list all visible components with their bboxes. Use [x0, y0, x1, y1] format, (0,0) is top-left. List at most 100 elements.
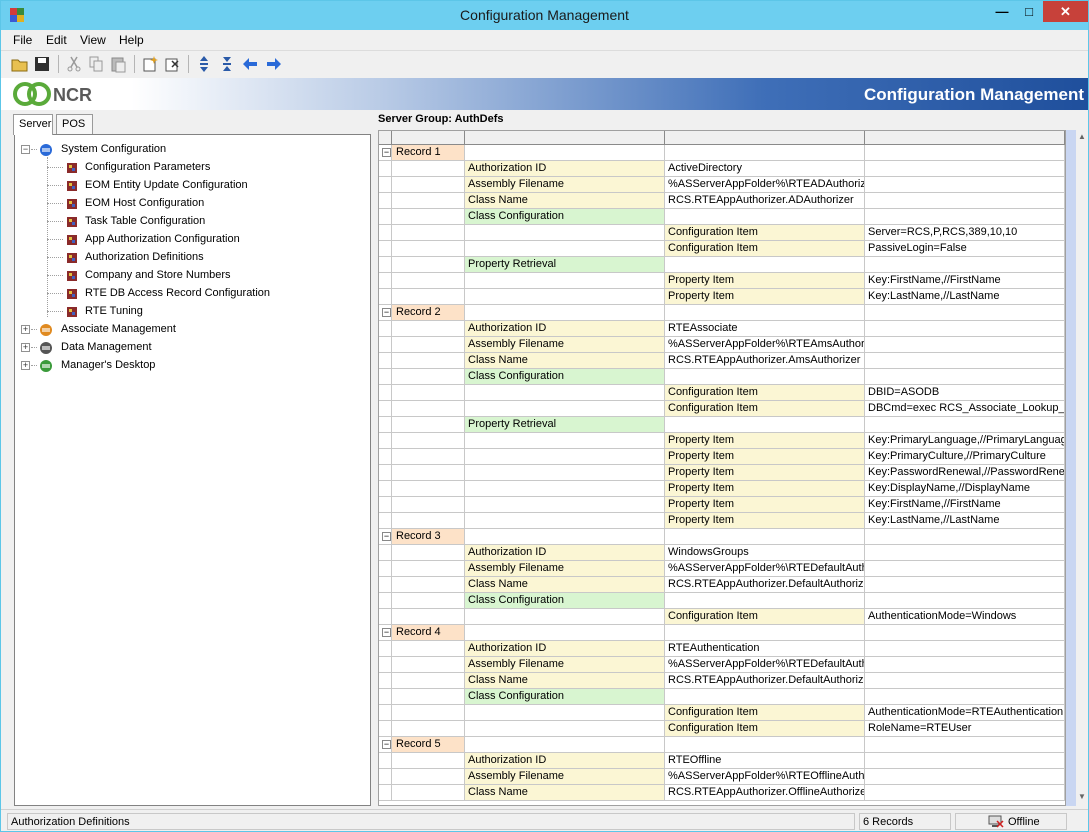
empty-cell[interactable]: [392, 689, 465, 705]
grid-vertical-scrollbar[interactable]: ▲ ▼: [1066, 130, 1088, 806]
field-name-cell[interactable]: Assembly Filename: [465, 657, 665, 673]
item-name-cell[interactable]: Configuration Item: [665, 721, 865, 737]
empty-cell[interactable]: [665, 689, 865, 705]
item-name-cell[interactable]: Configuration Item: [665, 705, 865, 721]
section-name-cell[interactable]: Class Configuration: [465, 593, 665, 609]
empty-cell[interactable]: [392, 209, 465, 225]
item-name-cell[interactable]: Configuration Item: [665, 401, 865, 417]
item-value-cell[interactable]: Key:LastName,//LastName: [865, 289, 1065, 305]
empty-cell[interactable]: [392, 385, 465, 401]
forward-arrow-icon[interactable]: [265, 55, 283, 73]
table-row[interactable]: Property Item Key:FirstName,//FirstName: [379, 273, 1065, 289]
empty-cell[interactable]: [392, 177, 465, 193]
empty-cell[interactable]: [865, 145, 1065, 161]
empty-cell[interactable]: [865, 417, 1065, 433]
field-value-cell[interactable]: %ASServerAppFolder%\RTEDefaultAuth: [665, 561, 865, 577]
empty-cell[interactable]: [465, 401, 665, 417]
table-row[interactable]: Class Configuration: [379, 369, 1065, 385]
empty-cell[interactable]: [465, 465, 665, 481]
empty-cell[interactable]: [865, 625, 1065, 641]
tree-item[interactable]: Company and Store Numbers: [15, 267, 365, 285]
table-row[interactable]: Assembly Filename %ASServerAppFolder%\RTE…: [379, 657, 1065, 673]
empty-cell[interactable]: [665, 257, 865, 273]
empty-cell[interactable]: [392, 225, 465, 241]
collapse-toggle-icon[interactable]: −: [382, 148, 391, 157]
field-value-cell[interactable]: %ASServerAppFolder%\RTEAmsAuthoriz: [665, 337, 865, 353]
item-name-cell[interactable]: Property Item: [665, 513, 865, 529]
empty-cell[interactable]: [392, 433, 465, 449]
field-name-cell[interactable]: Authorization ID: [465, 545, 665, 561]
item-value-cell[interactable]: DBCmd=exec RCS_Associate_Lookup_F: [865, 401, 1065, 417]
table-row[interactable]: Configuration Item RoleName=RTEUser: [379, 721, 1065, 737]
item-value-cell[interactable]: PassiveLogin=False: [865, 241, 1065, 257]
table-row[interactable]: Configuration Item Server=RCS,P,RCS,389,1…: [379, 225, 1065, 241]
empty-cell[interactable]: [465, 241, 665, 257]
empty-cell[interactable]: [865, 641, 1065, 657]
empty-cell[interactable]: [465, 145, 665, 161]
field-name-cell[interactable]: Authorization ID: [465, 641, 665, 657]
item-value-cell[interactable]: Key:FirstName,//FirstName: [865, 273, 1065, 289]
table-row[interactable]: Assembly Filename %ASServerAppFolder%\RTE…: [379, 177, 1065, 193]
menu-view[interactable]: View: [80, 33, 106, 47]
empty-cell[interactable]: [465, 609, 665, 625]
section-name-cell[interactable]: Property Retrieval: [465, 257, 665, 273]
table-row[interactable]: Class Name RCS.RTEAppAuthorizer.DefaultAu…: [379, 577, 1065, 593]
empty-cell[interactable]: [665, 369, 865, 385]
empty-cell[interactable]: [392, 449, 465, 465]
empty-cell[interactable]: [665, 529, 865, 545]
expand-toggle-icon[interactable]: +: [21, 343, 30, 352]
paste-icon[interactable]: [109, 55, 127, 73]
empty-cell[interactable]: [465, 529, 665, 545]
maximize-button[interactable]: □: [1014, 1, 1044, 22]
table-row[interactable]: Authorization ID RTEAssociate: [379, 321, 1065, 337]
item-value-cell[interactable]: Key:PrimaryCulture,//PrimaryCulture: [865, 449, 1065, 465]
empty-cell[interactable]: [392, 753, 465, 769]
item-value-cell[interactable]: Key:DisplayName,//DisplayName: [865, 481, 1065, 497]
empty-cell[interactable]: [392, 161, 465, 177]
record-label[interactable]: Record 3: [392, 529, 465, 545]
field-value-cell[interactable]: RTEAuthentication: [665, 641, 865, 657]
table-row[interactable]: Class Name RCS.RTEAppAuthorizer.DefaultAu…: [379, 673, 1065, 689]
empty-cell[interactable]: [465, 497, 665, 513]
empty-cell[interactable]: [392, 721, 465, 737]
empty-cell[interactable]: [665, 305, 865, 321]
item-name-cell[interactable]: Property Item: [665, 273, 865, 289]
item-value-cell[interactable]: Key:LastName,//LastName: [865, 513, 1065, 529]
empty-cell[interactable]: [392, 609, 465, 625]
table-row[interactable]: Property Item Key:PrimaryLanguage,//Prima…: [379, 433, 1065, 449]
empty-cell[interactable]: [865, 305, 1065, 321]
field-value-cell[interactable]: %ASServerAppFolder%\RTEOfflineAutho: [665, 769, 865, 785]
expand-toggle-icon[interactable]: +: [21, 325, 30, 334]
empty-cell[interactable]: [865, 321, 1065, 337]
table-row[interactable]: Class Name RCS.RTEAppAuthorizer.OfflineAu…: [379, 785, 1065, 801]
empty-cell[interactable]: [865, 737, 1065, 753]
empty-cell[interactable]: [465, 625, 665, 641]
table-row[interactable]: − Record 3: [379, 529, 1065, 545]
tree-item[interactable]: Configuration Parameters: [15, 159, 365, 177]
field-value-cell[interactable]: RCS.RTEAppAuthorizer.OfflineAuthorizer: [665, 785, 865, 801]
tab-server[interactable]: Server: [13, 114, 53, 135]
field-value-cell[interactable]: ActiveDirectory: [665, 161, 865, 177]
tree-item[interactable]: App Authorization Configuration: [15, 231, 365, 249]
table-row[interactable]: − Record 2: [379, 305, 1065, 321]
item-name-cell[interactable]: Property Item: [665, 465, 865, 481]
empty-cell[interactable]: [865, 753, 1065, 769]
tree-item[interactable]: RTE DB Access Record Configuration: [15, 285, 365, 303]
item-value-cell[interactable]: Key:PasswordRenewal,//PasswordRene: [865, 465, 1065, 481]
collapse-toggle-icon[interactable]: −: [21, 145, 30, 154]
field-value-cell[interactable]: RCS.RTEAppAuthorizer.ADAuthorizer: [665, 193, 865, 209]
empty-cell[interactable]: [392, 785, 465, 801]
empty-cell[interactable]: [392, 641, 465, 657]
table-row[interactable]: Property Retrieval: [379, 257, 1065, 273]
field-name-cell[interactable]: Authorization ID: [465, 321, 665, 337]
empty-cell[interactable]: [465, 481, 665, 497]
close-button[interactable]: ✕: [1043, 1, 1088, 22]
record-label[interactable]: Record 1: [392, 145, 465, 161]
table-row[interactable]: Configuration Item PassiveLogin=False: [379, 241, 1065, 257]
empty-cell[interactable]: [465, 225, 665, 241]
empty-cell[interactable]: [865, 785, 1065, 801]
table-row[interactable]: Property Item Key:PrimaryCulture,//Primar…: [379, 449, 1065, 465]
field-name-cell[interactable]: Class Name: [465, 577, 665, 593]
empty-cell[interactable]: [392, 497, 465, 513]
empty-cell[interactable]: [865, 769, 1065, 785]
